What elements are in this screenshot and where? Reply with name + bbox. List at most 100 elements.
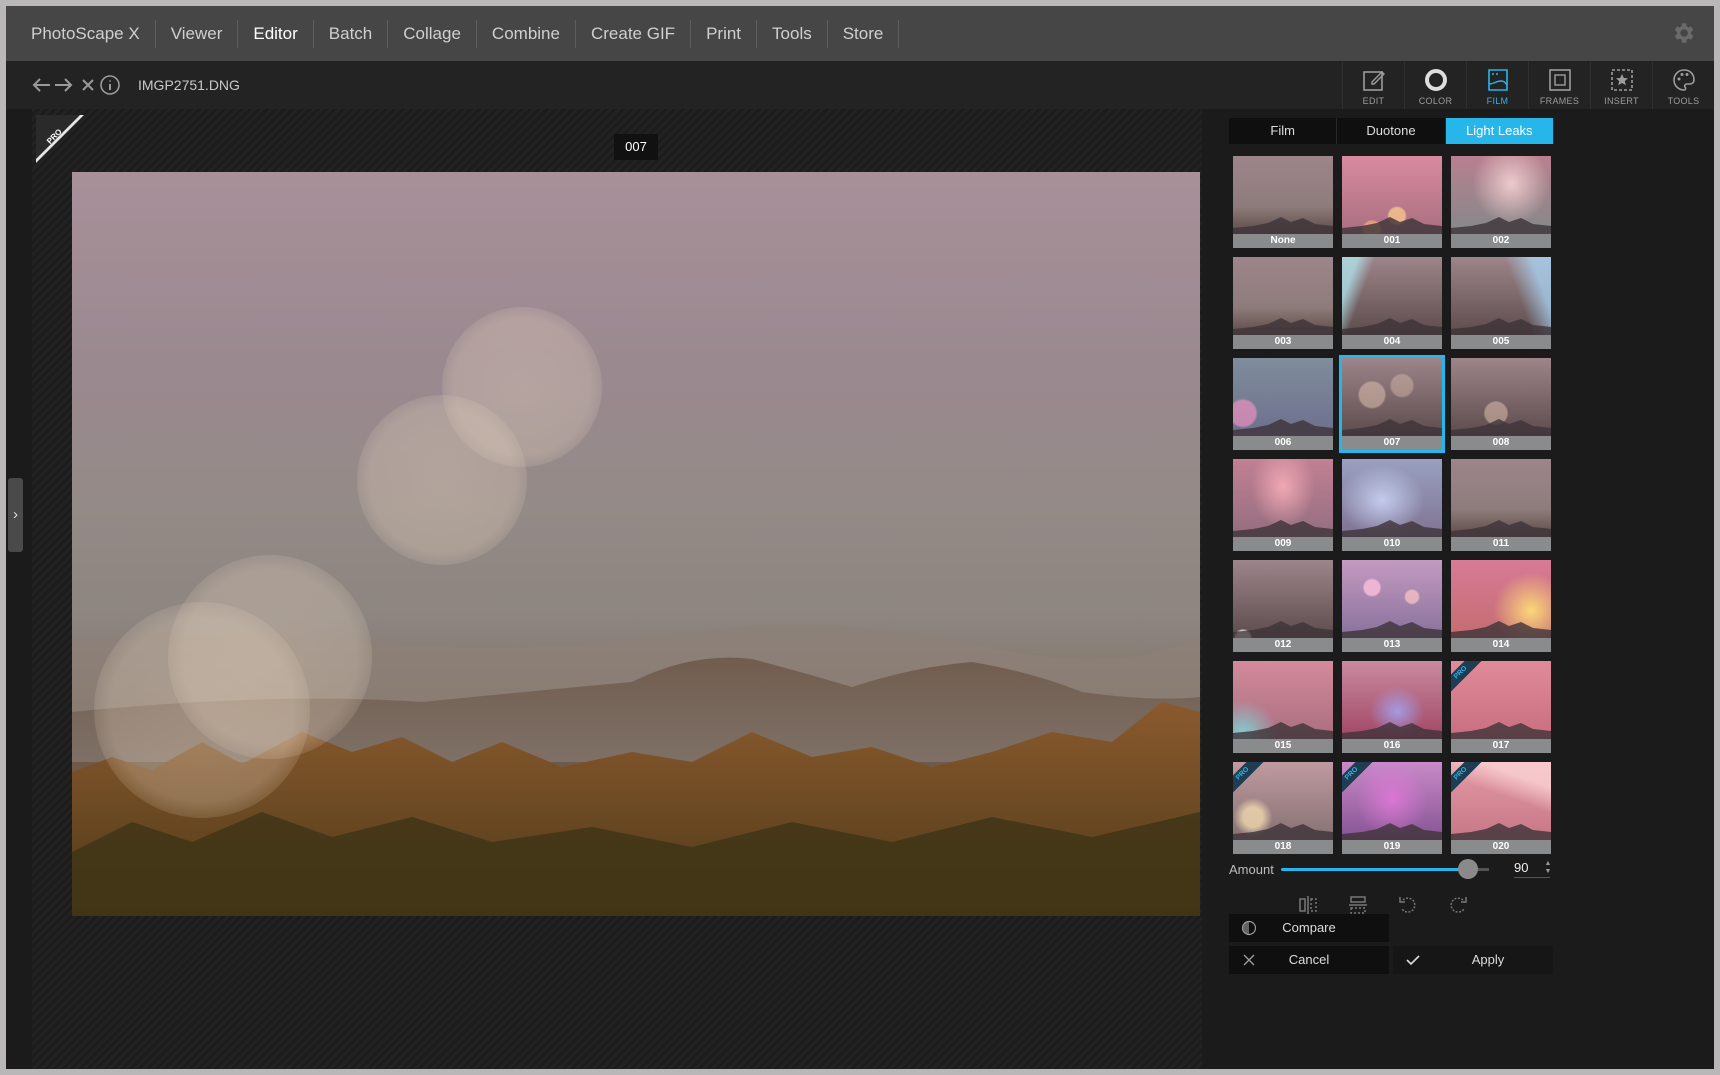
thumb-label: 017	[1451, 739, 1551, 753]
light-leak-thumb-013[interactable]: 013	[1342, 560, 1442, 652]
app-window: PhotoScape X Viewer Editor Batch Collage…	[6, 6, 1714, 1069]
file-toolbar: IMGP2751.DNG EDIT COLOR FILM FRAMES INSE…	[6, 61, 1714, 109]
menu-viewer[interactable]: Viewer	[156, 19, 239, 48]
light-leak-thumb-008[interactable]: 008	[1451, 358, 1551, 450]
thumb-label: 006	[1233, 436, 1333, 450]
thumb-label: 010	[1342, 537, 1442, 551]
main-menu: PhotoScape X Viewer Editor Batch Collage…	[6, 6, 1714, 61]
light-leak-thumb-005[interactable]: 005	[1451, 257, 1551, 349]
rotate-right-icon[interactable]	[1447, 894, 1469, 916]
menu-photoscape-x[interactable]: PhotoScape X	[16, 19, 156, 48]
thumb-label: 014	[1451, 638, 1551, 652]
tool-edit[interactable]: EDIT	[1342, 61, 1404, 109]
thumb-label: 008	[1451, 436, 1551, 450]
flip-vertical-icon[interactable]	[1347, 894, 1369, 916]
forward-arrow-icon[interactable]	[53, 74, 75, 96]
back-arrow-icon[interactable]	[30, 74, 52, 96]
apply-label: Apply	[1471, 952, 1505, 967]
film-subtabs: Film Duotone Light Leaks	[1229, 118, 1554, 144]
thumb-label: 013	[1342, 638, 1442, 652]
settings-gear-icon[interactable]	[1670, 20, 1696, 46]
tool-tools[interactable]: TOOLS	[1652, 61, 1714, 109]
thumb-label: 018	[1233, 840, 1333, 854]
light-leak-thumb-014[interactable]: 014	[1451, 560, 1551, 652]
image-canvas: PRO 007	[32, 109, 1202, 1069]
tab-duotone[interactable]: Duotone	[1337, 118, 1446, 144]
thumb-label: 020	[1451, 840, 1551, 854]
thumb-label: 012	[1233, 638, 1333, 652]
thumb-label: None	[1233, 234, 1333, 248]
thumb-label: 011	[1451, 537, 1551, 551]
thumb-label: 019	[1342, 840, 1442, 854]
light-leak-thumb-001[interactable]: 001	[1342, 156, 1442, 248]
light-leak-thumb-007[interactable]: 007	[1339, 355, 1445, 453]
flip-horizontal-icon[interactable]	[1297, 894, 1319, 916]
light-leak-thumb-019[interactable]: 019 PRO	[1342, 762, 1442, 854]
pro-badge: PRO	[1451, 661, 1483, 695]
light-leak-thumb-016[interactable]: 016	[1342, 661, 1442, 753]
tab-film[interactable]: Film	[1229, 118, 1338, 144]
film-panel: Film Duotone Light Leaks None 001 002 003 00…	[1227, 109, 1714, 1069]
light-leak-thumb-010[interactable]: 010	[1342, 459, 1442, 551]
info-icon[interactable]	[99, 74, 121, 96]
thumb-label: 007	[1342, 436, 1442, 450]
tool-edit-label: EDIT	[1362, 96, 1385, 106]
light-leak-thumb-015[interactable]: 015	[1233, 661, 1333, 753]
insert-icon	[1609, 67, 1635, 93]
tool-insert[interactable]: INSERT	[1590, 61, 1652, 109]
file-name: IMGP2751.DNG	[138, 77, 240, 93]
light-leak-thumb-003[interactable]: 003	[1233, 257, 1333, 349]
menu-create-gif[interactable]: Create GIF	[576, 19, 692, 48]
light-leak-thumb-020[interactable]: 020 PRO	[1451, 762, 1551, 854]
tool-color-label: COLOR	[1418, 96, 1453, 106]
thumb-label: 005	[1451, 335, 1551, 349]
light-leak-thumb-006[interactable]: 006	[1233, 358, 1333, 450]
light-leak-thumb-011[interactable]: 011	[1451, 459, 1551, 551]
tool-color[interactable]: COLOR	[1404, 61, 1466, 109]
thumb-label: 003	[1233, 335, 1333, 349]
menu-editor[interactable]: Editor	[238, 19, 314, 48]
photo-preview	[72, 172, 1200, 916]
menu-print[interactable]: Print	[691, 19, 758, 48]
menu-store[interactable]: Store	[828, 19, 900, 48]
checkmark-icon	[1405, 952, 1421, 968]
compare-label: Compare	[1282, 920, 1336, 935]
tab-light-leaks[interactable]: Light Leaks	[1445, 118, 1554, 144]
tool-frames-label: FRAMES	[1539, 96, 1580, 106]
light-leak-thumb-018[interactable]: 018 PRO	[1233, 762, 1333, 854]
thumb-label: 015	[1233, 739, 1333, 753]
amount-slider-handle[interactable]	[1458, 859, 1479, 879]
edit-icon	[1361, 67, 1387, 93]
light-leak-thumb-009[interactable]: 009	[1233, 459, 1333, 551]
light-leak-thumb-004[interactable]: 004	[1342, 257, 1442, 349]
light-leak-thumb-002[interactable]: 002	[1451, 156, 1551, 248]
tool-tools-label: TOOLS	[1667, 96, 1700, 106]
amount-slider-fill[interactable]	[1281, 868, 1469, 871]
preview-filter-label: 007	[614, 134, 658, 160]
menu-combine[interactable]: Combine	[477, 19, 576, 48]
menu-batch[interactable]: Batch	[314, 19, 389, 48]
rotate-left-icon[interactable]	[1397, 894, 1419, 916]
thumb-label: 004	[1342, 335, 1442, 349]
close-icon[interactable]	[77, 74, 99, 96]
tools-icon	[1671, 67, 1697, 93]
amount-stepper-icon[interactable]: ▲ ▼	[1543, 860, 1553, 878]
thumb-label: 002	[1451, 234, 1551, 248]
tool-film[interactable]: FILM	[1466, 61, 1528, 109]
light-leak-thumb-none[interactable]: None	[1233, 156, 1333, 248]
light-leak-thumb-017[interactable]: 017 PRO	[1451, 661, 1551, 753]
amount-label: Amount	[1229, 862, 1274, 877]
menu-collage[interactable]: Collage	[388, 19, 477, 48]
menu-tools[interactable]: Tools	[757, 19, 828, 48]
pro-badge: PRO	[1342, 762, 1374, 796]
thumb-label: 001	[1342, 234, 1442, 248]
tool-frames[interactable]: FRAMES	[1528, 61, 1590, 109]
thumb-label: 009	[1233, 537, 1333, 551]
amount-control: Amount 90 ▲ ▼	[1227, 857, 1557, 881]
expand-sidebar-chevron-icon[interactable]: ›	[8, 478, 23, 552]
compare-button[interactable]: Compare	[1229, 914, 1389, 942]
apply-button[interactable]: Apply	[1393, 946, 1553, 974]
pro-version-ribbon: PRO	[36, 115, 84, 163]
light-leak-thumb-012[interactable]: 012	[1233, 560, 1333, 652]
cancel-button[interactable]: Cancel	[1229, 946, 1389, 974]
